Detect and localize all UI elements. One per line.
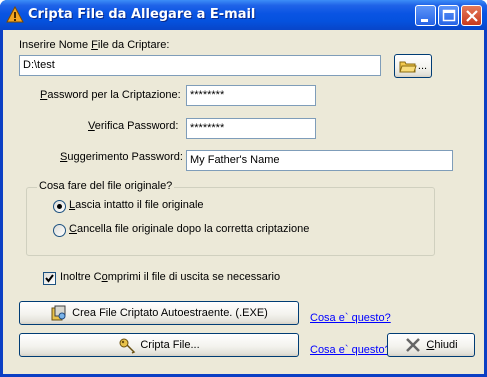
password-input[interactable]: ********: [186, 85, 316, 106]
close-icon: [466, 10, 478, 22]
encrypt-file-button[interactable]: Cripta File...: [19, 333, 299, 357]
verify-password-label: Verifica Password:: [88, 120, 179, 132]
original-file-groupbox: [26, 187, 435, 256]
maximize-button[interactable]: [438, 5, 459, 26]
checkmark-icon: [45, 274, 54, 283]
create-exe-button[interactable]: Crea File Criptato Autoestraente. (.EXE): [19, 301, 299, 325]
radio-keep-original[interactable]: [53, 200, 66, 213]
password-label: Password per la Criptazione:: [40, 89, 181, 101]
minimize-button[interactable]: [415, 5, 436, 26]
original-file-group-label: Cosa fare del file originale?: [37, 180, 175, 192]
exe-package-icon: [51, 305, 66, 321]
verify-password-input[interactable]: ********: [186, 118, 316, 139]
browse-button[interactable]: ...: [394, 54, 432, 78]
close-button[interactable]: Chiudi: [387, 333, 475, 357]
file-label: Inserire Nome File da Criptare:: [19, 39, 170, 51]
dialog-window: Cripta File da Allegare a E-mail Inserir…: [0, 0, 487, 377]
close-window-button[interactable]: [461, 5, 482, 26]
password-hint-input[interactable]: My Father's Name: [186, 150, 453, 171]
window-title: Cripta File da Allegare a E-mail: [28, 7, 256, 22]
warning-icon: [6, 6, 24, 23]
radio-keep-original-label[interactable]: Lascia intatto il file originale: [69, 199, 204, 211]
file-path-input[interactable]: D:\test: [19, 55, 381, 76]
compress-checkbox[interactable]: [43, 272, 56, 285]
key-icon: [119, 338, 136, 354]
title-bar[interactable]: Cripta File da Allegare a E-mail: [0, 0, 487, 30]
help-link-exe[interactable]: Cosa e` questo?: [310, 312, 391, 324]
folder-icon: [399, 61, 417, 73]
minimize-icon: [421, 19, 428, 22]
radio-delete-original[interactable]: [53, 224, 66, 237]
maximize-icon: [442, 9, 456, 22]
radio-dot: [57, 204, 62, 209]
dialog-body: Inserire Nome File da Criptare: D:\test …: [3, 30, 484, 374]
radio-delete-original-label[interactable]: Cancella file originale dopo la corretta…: [69, 223, 309, 235]
compress-label[interactable]: Inoltre Comprimi il file di uscita se ne…: [60, 271, 280, 283]
help-link-encrypt[interactable]: Cosa e` questo?: [310, 344, 391, 356]
close-x-icon: [406, 338, 421, 352]
password-hint-label: Suggerimento Password:: [60, 151, 183, 163]
